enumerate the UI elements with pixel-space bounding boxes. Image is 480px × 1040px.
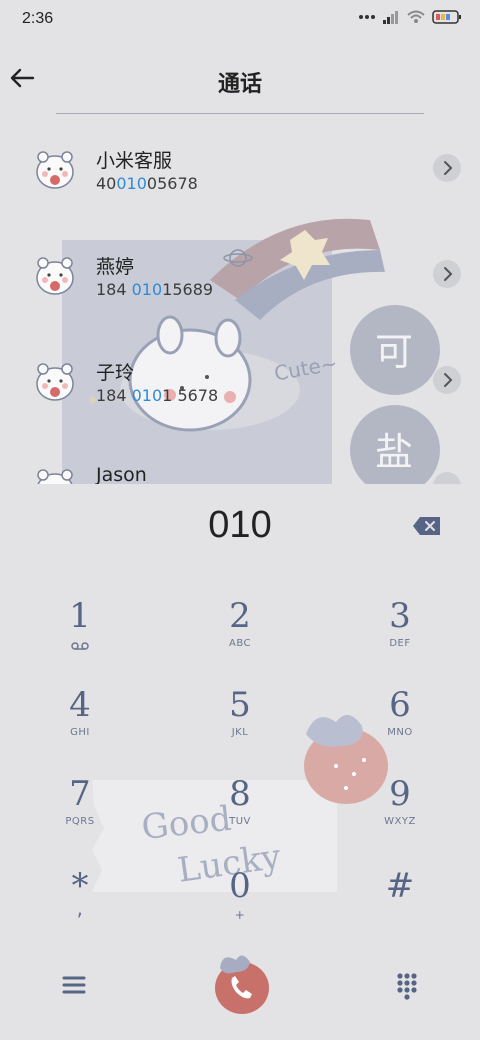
call-button[interactable] xyxy=(206,948,276,1018)
key-2[interactable]: 2 ABC xyxy=(185,596,295,680)
keypad-toggle-icon[interactable] xyxy=(392,970,422,1000)
contact-detail-button[interactable] xyxy=(433,260,461,288)
menu-icon[interactable] xyxy=(59,970,89,1000)
key-5[interactable]: 5 JKL xyxy=(185,685,295,769)
battery-icon xyxy=(432,10,461,24)
key-3[interactable]: 3 DEF xyxy=(345,596,455,680)
chevron-right-icon xyxy=(444,373,453,387)
avatar-bear-icon xyxy=(36,151,74,189)
contact-name: 子玲 xyxy=(96,362,135,384)
header-divider xyxy=(56,113,424,114)
key-9[interactable]: 9 WXYZ xyxy=(345,774,455,858)
contact-row[interactable]: 燕婷 184 01015689 xyxy=(0,226,480,332)
contact-number: 184 01015689 xyxy=(96,280,214,299)
contact-detail-button[interactable] xyxy=(433,366,461,394)
avatar-bear-icon xyxy=(37,469,73,484)
contact-name: Jason xyxy=(96,464,147,484)
key-1[interactable]: 1 xyxy=(25,596,135,680)
status-bar: 2:36 xyxy=(0,0,480,44)
contact-detail-button[interactable] xyxy=(433,154,461,182)
chevron-right-icon xyxy=(444,267,453,281)
page-title: 通话 xyxy=(217,72,262,97)
avatar-bear-icon xyxy=(36,363,74,401)
chevron-right-icon xyxy=(444,161,453,175)
contact-row[interactable]: Jason xyxy=(0,438,480,484)
key-0[interactable]: 0 + xyxy=(185,866,295,950)
contact-detail-button[interactable] xyxy=(433,472,461,484)
contact-row[interactable]: 小米客服 4001005678 xyxy=(0,120,480,226)
status-icons xyxy=(358,10,462,24)
match-highlight: 010 xyxy=(131,280,163,299)
contact-row[interactable]: 子玲 184 0101 5678 xyxy=(0,332,480,438)
status-time: 2:36 xyxy=(22,10,54,27)
key-star[interactable]: *, xyxy=(25,866,135,950)
contact-name: 小米客服 xyxy=(96,150,173,172)
contact-name: 燕婷 xyxy=(96,256,135,278)
contact-number: 184 0101 5678 xyxy=(96,386,219,405)
match-highlight: 010 xyxy=(131,386,163,405)
backspace-icon[interactable] xyxy=(412,516,442,536)
wifi-icon xyxy=(407,10,425,23)
contact-number: 4001005678 xyxy=(96,174,198,193)
dialed-number: 010 xyxy=(208,504,272,546)
key-4[interactable]: 4 GHI xyxy=(25,685,135,769)
key-hash[interactable]: # xyxy=(345,866,455,950)
signal-icon xyxy=(383,11,398,24)
key-6[interactable]: 6 MNO xyxy=(345,685,455,769)
more-dots-icon xyxy=(359,15,375,19)
voicemail-icon xyxy=(71,642,89,650)
key-8[interactable]: 8 TUV xyxy=(185,774,295,858)
avatar-bear-icon xyxy=(36,257,74,295)
match-highlight: 010 xyxy=(116,174,147,193)
contact-list[interactable]: Cute~ 可 盐 小米客服 4001005678 燕婷 184 0101568… xyxy=(0,120,480,484)
key-7[interactable]: 7 PQRS xyxy=(25,774,135,858)
